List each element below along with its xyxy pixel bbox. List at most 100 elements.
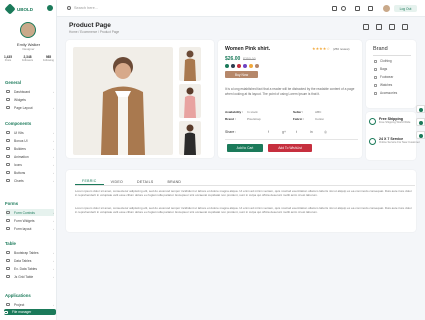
sidebar-item[interactable]: Dashboard › xyxy=(6,88,54,95)
thumbnail-1[interactable] xyxy=(179,47,201,81)
fullscreen-icon[interactable] xyxy=(332,6,337,11)
tab-brand[interactable]: BRAND xyxy=(160,178,188,185)
sidebar-item[interactable]: Buttons › xyxy=(6,169,54,176)
sidebar-item[interactable]: Form Controls › xyxy=(6,209,54,216)
float-chat-icon[interactable] xyxy=(416,131,425,139)
logout-label: Log Out xyxy=(399,6,412,11)
color-swatch[interactable] xyxy=(243,64,247,68)
sidebar-section-title: Forms xyxy=(5,201,19,206)
instagram-icon[interactable]: ◎ xyxy=(324,130,327,134)
add-to-wishlist-button[interactable]: Add To WishList xyxy=(268,144,312,152)
notification-icon[interactable] xyxy=(368,6,373,11)
tab-paragraph-1: Lorem ipsum dolor sit amet, consectetur … xyxy=(75,189,412,198)
search-input[interactable]: Search here... xyxy=(74,6,98,10)
brand-option[interactable]: Footwear xyxy=(374,75,393,79)
brand-option[interactable]: Accessories xyxy=(374,91,397,95)
chevron-right-icon: › xyxy=(53,105,54,110)
float-cart-icon[interactable] xyxy=(416,105,425,113)
facebook-icon[interactable]: f xyxy=(268,130,269,134)
color-swatch[interactable] xyxy=(255,64,259,68)
sidebar-toggle-icon[interactable] xyxy=(47,5,53,11)
linkedin-icon[interactable]: in xyxy=(310,130,313,134)
stat-label: Following xyxy=(43,59,54,62)
topbar: Search here... Log Out xyxy=(57,0,425,17)
sidebar-item[interactable]: Ex. Data Tables › xyxy=(6,265,54,272)
tools-icon[interactable] xyxy=(389,24,395,30)
menu-item-icon xyxy=(6,219,10,222)
sidebar-item[interactable]: Bonus UI › xyxy=(6,137,54,144)
menu-item-icon xyxy=(6,179,10,182)
settings-icon[interactable] xyxy=(363,24,369,30)
spec-key: Fabric : xyxy=(293,117,305,121)
menu-item-icon xyxy=(6,106,10,109)
stat-label: Followers xyxy=(21,59,34,62)
calendar-icon[interactable] xyxy=(376,24,382,30)
float-settings-icon[interactable] xyxy=(416,118,425,126)
brand-option[interactable]: Watches xyxy=(374,83,392,87)
tab-febric[interactable]: FEBRIC xyxy=(75,178,104,185)
checkbox-icon[interactable] xyxy=(374,83,377,87)
brand-option[interactable]: Clothing xyxy=(374,59,392,63)
sidebar-item-label: Dashboard xyxy=(14,89,31,94)
sidebar-item[interactable]: File manager xyxy=(4,309,56,315)
sidebar-item[interactable]: Widgets xyxy=(6,96,54,103)
chevron-right-icon: › xyxy=(53,138,54,143)
add-to-cart-button[interactable]: Add to Cart xyxy=(227,144,263,152)
sidebar-item[interactable]: Builders › xyxy=(6,145,54,152)
user-avatar[interactable] xyxy=(20,22,36,38)
chevron-right-icon: › xyxy=(53,170,54,175)
spec-key: Availability : xyxy=(225,110,244,114)
sidebar-item[interactable]: Charts › xyxy=(6,177,54,184)
app-logo[interactable]: UBOLD xyxy=(4,3,33,15)
detail-tabs: FEBRIC VIDEO DETAILS BRAND xyxy=(75,178,188,185)
bookmark-icon[interactable] xyxy=(402,24,408,30)
add-to-wishlist-label: Add To WishList xyxy=(278,146,302,150)
search-box[interactable]: Search here... xyxy=(67,6,98,10)
theme-icon[interactable] xyxy=(341,6,346,11)
twitter-icon[interactable]: t xyxy=(296,130,297,134)
color-swatch[interactable] xyxy=(225,64,229,68)
breadcrumb[interactable]: Home / Ecommerce / Product Page xyxy=(69,30,119,34)
logo-icon xyxy=(4,3,16,15)
color-swatch[interactable] xyxy=(237,64,241,68)
review-count[interactable]: (250 review) xyxy=(333,47,350,51)
checkbox-icon[interactable] xyxy=(374,59,377,63)
menu-item-icon xyxy=(6,267,10,270)
thumbnail-3[interactable] xyxy=(179,121,201,155)
sidebar-item[interactable]: UI Kits › xyxy=(6,129,54,136)
checkbox-icon[interactable] xyxy=(374,75,377,79)
checkbox-icon[interactable] xyxy=(374,67,377,71)
chevron-right-icon: › xyxy=(53,302,54,307)
sidebar-item[interactable]: Js Grid Table › xyxy=(6,273,54,280)
sidebar-item-label: Form Controls xyxy=(14,210,35,215)
logout-button[interactable]: Log Out xyxy=(394,5,417,12)
sidebar-item[interactable]: Project › xyxy=(6,301,54,308)
tab-details[interactable]: DETAILS xyxy=(130,178,160,185)
google-plus-icon[interactable]: g+ xyxy=(282,130,286,134)
sidebar-section-title: Applications xyxy=(5,293,31,298)
sidebar-item[interactable]: Icons › xyxy=(6,161,54,168)
color-swatch[interactable] xyxy=(231,64,235,68)
brand-option-label: Footwear xyxy=(380,75,394,79)
brand-option[interactable]: Bags xyxy=(374,67,387,71)
sidebar-item[interactable]: Page Layout › xyxy=(6,104,54,111)
chevron-right-icon: › xyxy=(53,266,54,271)
menu-item-icon xyxy=(6,139,10,142)
thumbnail-2[interactable] xyxy=(179,84,201,118)
buy-now-button[interactable]: Buy Now xyxy=(225,71,258,78)
checkbox-icon[interactable] xyxy=(374,91,377,95)
sidebar-item[interactable]: Data Tables › xyxy=(6,257,54,264)
main-product-image[interactable] xyxy=(73,47,173,155)
sidebar-item[interactable]: Bootstrap Tables › xyxy=(6,249,54,256)
tab-video[interactable]: VIDEO xyxy=(104,178,130,185)
user-stats: 1,435 Posts 2,348 Followers 985 Following xyxy=(4,55,54,62)
sidebar-item-label: Bonus UI xyxy=(14,138,28,143)
sidebar-item[interactable]: Form Widgets › xyxy=(6,217,54,224)
sidebar-item[interactable]: Form layout › xyxy=(6,225,54,232)
product-name: Women Pink shirt. xyxy=(225,46,271,52)
color-swatch[interactable] xyxy=(249,64,253,68)
topbar-avatar[interactable] xyxy=(383,5,390,12)
cart-icon[interactable] xyxy=(355,6,360,11)
sidebar-item[interactable]: Animation › xyxy=(6,153,54,160)
chevron-right-icon: › xyxy=(53,218,54,223)
